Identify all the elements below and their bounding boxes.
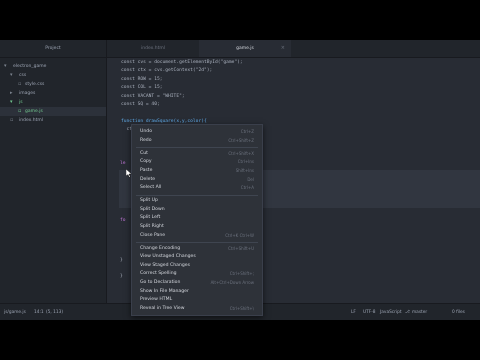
folder-icon: ▾ bbox=[10, 72, 13, 78]
menu-separator bbox=[136, 147, 258, 148]
menu-separator bbox=[136, 242, 258, 243]
status-file-path[interactable]: js/game.js bbox=[4, 304, 26, 320]
tree-item-index-html[interactable]: ▫ index.html bbox=[0, 116, 106, 125]
menu-separator bbox=[136, 195, 258, 196]
folder-icon: ▸ bbox=[10, 90, 13, 96]
menu-item-preview-html[interactable]: Preview HTML bbox=[132, 296, 262, 304]
menu-item-split-right[interactable]: Split Right bbox=[132, 223, 262, 231]
menu-item-redo[interactable]: Redo Ctrl+Shift+Z bbox=[132, 137, 262, 145]
status-selection-count[interactable]: (5, 113) bbox=[46, 304, 63, 320]
line-gutter bbox=[107, 58, 119, 303]
tab-game-js[interactable]: game.js × bbox=[199, 40, 291, 57]
tree-item-js[interactable]: ▾ js bbox=[0, 98, 106, 107]
mouse-cursor-icon bbox=[126, 169, 132, 178]
context-menu: Undo Ctrl+Z Redo Ctrl+Shift+Z Cut Ctrl+Shif… bbox=[131, 124, 263, 316]
close-icon[interactable]: × bbox=[281, 40, 285, 57]
tree-item-images[interactable]: ▸ images bbox=[0, 89, 106, 98]
status-grammar[interactable]: JavaScript bbox=[380, 304, 402, 320]
menu-item-select-all[interactable]: Select All Ctrl+A bbox=[132, 184, 262, 192]
tree-item-style-css[interactable]: ▫ style.css bbox=[0, 80, 106, 89]
menu-item-view-unstaged-changes[interactable]: View Unstaged Changes bbox=[132, 253, 262, 261]
code-fragment: } bbox=[120, 274, 123, 279]
tree-item-game-js[interactable]: ▫ game.js bbox=[0, 107, 106, 116]
code-line[interactable]: const cvs = document.getElementById("gam… bbox=[121, 60, 243, 65]
code-fragment: le bbox=[120, 161, 126, 166]
menu-item-reveal-in-tree-view[interactable]: Reveal in Tree View Ctrl+Shift+\ bbox=[132, 305, 262, 313]
menu-item-change-encoding[interactable]: Change Encoding Ctrl+Shift+U bbox=[132, 245, 262, 253]
menu-item-view-staged-changes[interactable]: View Staged Changes bbox=[132, 262, 262, 270]
menu-item-undo[interactable]: Undo Ctrl+Z bbox=[132, 128, 262, 136]
branch-icon: ⎇ bbox=[405, 310, 410, 315]
menu-item-show-in-file-manager[interactable]: Show In File Manager bbox=[132, 288, 262, 296]
file-icon: ▫ bbox=[18, 108, 22, 114]
tab-bar: index.html game.js × bbox=[107, 40, 480, 58]
menu-item-split-up[interactable]: Split Up bbox=[132, 197, 262, 205]
tree-item-project-root[interactable]: ▾ electron_game bbox=[0, 62, 106, 71]
code-line[interactable]: const SQ = 40; bbox=[121, 102, 160, 107]
status-branch[interactable]: master bbox=[412, 304, 427, 320]
folder-open-icon: ▾ bbox=[4, 63, 7, 69]
menu-item-go-to-declaration[interactable]: Go to Declaration Alt+Ctrl+Down Arrow bbox=[132, 279, 262, 287]
status-line-ending[interactable]: LF bbox=[351, 304, 356, 320]
code-line[interactable]: const COL = 15; bbox=[121, 85, 163, 90]
file-icon: ▫ bbox=[10, 117, 14, 123]
code-fragment: fo bbox=[120, 218, 126, 223]
code-fragment: } bbox=[120, 258, 123, 263]
status-cursor-position[interactable]: 14:1 bbox=[34, 304, 44, 320]
tree-item-css[interactable]: ▾ css bbox=[0, 71, 106, 80]
menu-item-paste[interactable]: Paste Shift+Ins bbox=[132, 167, 262, 175]
status-sync[interactable]: 0 files bbox=[452, 304, 465, 320]
menu-item-split-down[interactable]: Split Down bbox=[132, 206, 262, 214]
menu-item-cut[interactable]: Cut Ctrl+Shift+X bbox=[132, 150, 262, 158]
menu-item-split-left[interactable]: Split Left bbox=[132, 214, 262, 222]
code-line[interactable]: const ctx = cvs.getContext("2d"); bbox=[121, 68, 212, 73]
file-icon: ▫ bbox=[18, 81, 22, 87]
folder-open-icon: ▾ bbox=[10, 99, 13, 105]
tree-view: Project ▾ electron_game ▾ css ▫ style.cs… bbox=[0, 40, 107, 303]
status-encoding[interactable]: UTF-8 bbox=[363, 304, 376, 320]
code-line[interactable]: const VACANT = "WHITE"; bbox=[121, 94, 185, 99]
code-line[interactable]: const ROW = 15; bbox=[121, 77, 163, 82]
menu-item-correct-spelling[interactable]: Correct Spelling Ctrl+Shift+; bbox=[132, 270, 262, 278]
tree-view-header: Project bbox=[0, 40, 106, 58]
menu-item-close-pane[interactable]: Close Pane Ctrl+K Ctrl+W bbox=[132, 232, 262, 240]
menu-item-delete[interactable]: Delete Del bbox=[132, 176, 262, 184]
tab-index-html[interactable]: index.html bbox=[107, 40, 199, 57]
menu-item-copy[interactable]: Copy Ctrl+Ins bbox=[132, 158, 262, 166]
